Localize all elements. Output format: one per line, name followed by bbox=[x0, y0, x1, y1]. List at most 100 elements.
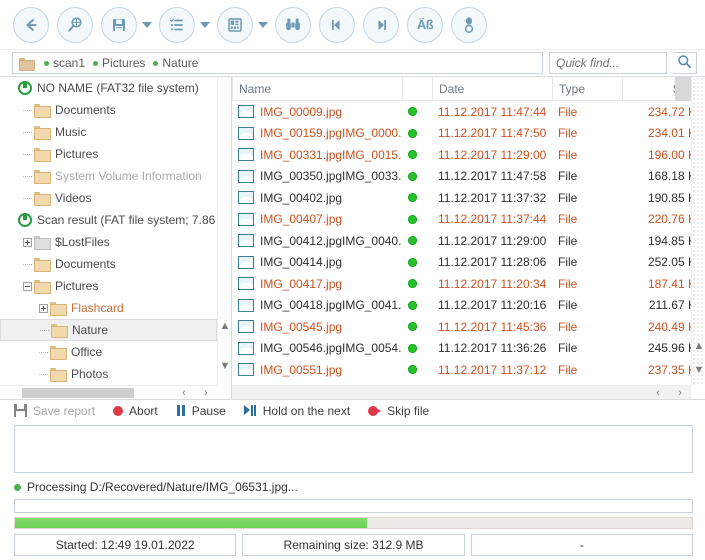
account-button[interactable] bbox=[451, 6, 487, 43]
file-name-label: IMG_00546.jpgIMG_0054... bbox=[260, 341, 402, 356]
table-row[interactable]: IMG_00546.jpgIMG_0054... 11.12.2017 11:36… bbox=[232, 338, 705, 360]
breadcrumb-label: Pictures bbox=[102, 56, 146, 70]
tree-vertical-scrollbar[interactable]: ▲ ▼ bbox=[217, 77, 231, 385]
breadcrumb-dot-icon bbox=[153, 60, 159, 66]
file-list-horizontal-scrollbar[interactable]: ‹ › bbox=[232, 385, 691, 399]
previous-button[interactable] bbox=[319, 6, 355, 43]
tree-scroll-up-arrow[interactable]: ▲ bbox=[218, 319, 232, 333]
save-dropdown-arrow[interactable] bbox=[141, 7, 153, 43]
file-status-cell bbox=[402, 365, 432, 375]
file-list-scroll-up-arrow[interactable]: ▲ bbox=[692, 339, 705, 353]
table-row[interactable]: IMG_00350.jpgIMG_0033... 11.12.2017 11:47… bbox=[232, 166, 705, 188]
task-list-dropdown-arrow[interactable] bbox=[199, 7, 211, 43]
table-row[interactable]: IMG_00418.jpgIMG_0041... 11.12.2017 11:20… bbox=[232, 295, 705, 317]
table-row[interactable]: IMG_00412.jpgIMG_0040... 11.12.2017 11:29… bbox=[232, 230, 705, 252]
tree-item-office[interactable]: Office bbox=[0, 341, 217, 363]
breadcrumb[interactable]: scan1 Pictures Nature bbox=[12, 52, 543, 74]
tree-item-system-volume-information[interactable]: System Volume Information bbox=[0, 165, 217, 187]
tree-scroll-right-arrow[interactable]: › bbox=[199, 386, 213, 400]
file-list-vertical-scrollbar[interactable]: ▲ ▼ bbox=[691, 77, 705, 385]
file-list-scroll-down-arrow[interactable]: ▼ bbox=[692, 363, 705, 377]
table-row[interactable]: IMG_00417.jpg 11.12.2017 11:20:34 File 187.… bbox=[232, 273, 705, 295]
file-date-cell: 11.12.2017 11:29:00 bbox=[438, 233, 547, 248]
search-input[interactable] bbox=[554, 55, 662, 71]
tree-item-documents[interactable]: Documents bbox=[0, 99, 217, 121]
task-list-button[interactable] bbox=[159, 6, 195, 43]
save-button[interactable] bbox=[101, 6, 137, 43]
status-ok-icon bbox=[408, 365, 417, 375]
disk-icon bbox=[18, 81, 32, 95]
column-header-date[interactable]: Date bbox=[432, 77, 552, 100]
file-list-pane: Name Date Type Size IMG_00009.jpg 11.12.2… bbox=[232, 77, 705, 399]
abort-button[interactable]: Abort bbox=[113, 404, 158, 418]
table-row[interactable]: IMG_00407.jpg 11.12.2017 11:37:44 File 220.… bbox=[232, 209, 705, 231]
status-ok-icon bbox=[408, 193, 417, 203]
file-list-scroll-right-arrow[interactable]: › bbox=[673, 386, 687, 399]
tree-scroll-left-arrow[interactable]: ‹ bbox=[177, 386, 191, 400]
file-type-cell: File bbox=[558, 169, 578, 184]
scan-button[interactable] bbox=[57, 6, 93, 43]
encoding-button[interactable]: Äß bbox=[407, 6, 443, 43]
tree-item-lostfiles[interactable]: $LostFiles bbox=[0, 231, 217, 253]
pause-button[interactable]: Pause bbox=[176, 404, 226, 418]
breadcrumb-item-1[interactable]: Pictures bbox=[90, 56, 148, 70]
tree-item-pictures[interactable]: Pictures bbox=[0, 275, 217, 297]
next-button[interactable] bbox=[363, 6, 399, 43]
tree-item-no-name-fat32-file-system[interactable]: NO NAME (FAT32 file system) bbox=[0, 77, 217, 99]
image-file-icon bbox=[238, 341, 254, 355]
file-type-cell: File bbox=[558, 255, 578, 270]
file-date-cell: 11.12.2017 11:47:44 bbox=[438, 104, 547, 119]
find-button[interactable] bbox=[275, 6, 311, 43]
folder-icon bbox=[50, 368, 67, 382]
tree-hscroll-thumb[interactable] bbox=[22, 388, 134, 398]
search-button[interactable] bbox=[673, 52, 697, 74]
expand-icon[interactable] bbox=[36, 297, 50, 319]
file-type-cell: File bbox=[558, 147, 578, 162]
table-row[interactable]: IMG_00331.jpgIMG_0015... 11.12.2017 11:29… bbox=[232, 144, 705, 166]
expand-icon[interactable] bbox=[20, 231, 34, 253]
image-file-icon bbox=[238, 126, 254, 140]
play-pause-icon bbox=[243, 405, 257, 416]
table-row[interactable]: IMG_00159.jpgIMG_0000... 11.12.2017 11:47… bbox=[232, 123, 705, 145]
file-list-scroll-left-arrow[interactable]: ‹ bbox=[651, 386, 665, 399]
column-header-type[interactable]: Type bbox=[552, 77, 622, 100]
extra-info-cell: - bbox=[470, 534, 693, 556]
column-header-name[interactable]: Name bbox=[232, 77, 402, 100]
table-row[interactable]: IMG_00009.jpg 11.12.2017 11:47:44 File 234.… bbox=[232, 101, 705, 123]
tree-item-videos[interactable]: Videos bbox=[0, 187, 217, 209]
tree-item-photos[interactable]: Photos bbox=[0, 363, 217, 385]
table-row[interactable]: IMG_00414.jpg 11.12.2017 11:28:06 File 252.… bbox=[232, 252, 705, 274]
tree-horizontal-scrollbar[interactable]: ‹ › bbox=[0, 385, 217, 399]
view-mode-dropdown-arrow[interactable] bbox=[257, 7, 269, 43]
tree-scroll-down-arrow[interactable]: ▼ bbox=[218, 359, 232, 373]
skip-file-button[interactable]: Skip file bbox=[368, 404, 429, 418]
table-row[interactable]: IMG_00545.jpg 11.12.2017 11:45:36 File 240.… bbox=[232, 316, 705, 338]
status-ok-icon bbox=[408, 300, 417, 310]
report-log-box[interactable] bbox=[14, 425, 693, 473]
quick-find-field[interactable] bbox=[549, 52, 667, 74]
search-icon bbox=[677, 54, 692, 72]
view-mode-button[interactable] bbox=[217, 6, 253, 43]
column-header-status[interactable] bbox=[402, 77, 432, 100]
folder-icon bbox=[34, 236, 51, 250]
table-row[interactable]: IMG_00551.jpg 11.12.2017 11:37:12 File 237.… bbox=[232, 359, 705, 381]
table-row[interactable]: IMG_00402.jpg 11.12.2017 11:37:32 File 190.… bbox=[232, 187, 705, 209]
file-name-label: IMG_00159.jpgIMG_0000... bbox=[260, 126, 402, 141]
tree-item-flashcard[interactable]: Flashcard bbox=[0, 297, 217, 319]
tree-item-label: Office bbox=[71, 345, 103, 359]
tree-item-scan-result-fat-file-system-7-86-gb-in[interactable]: Scan result (FAT file system; 7.86 GB in bbox=[0, 209, 217, 231]
breadcrumb-item-2[interactable]: Nature bbox=[150, 56, 201, 70]
file-status-cell bbox=[402, 279, 432, 289]
tree-item-documents[interactable]: Documents bbox=[0, 253, 217, 275]
breadcrumb-item-0[interactable]: scan1 bbox=[41, 56, 88, 70]
tree-item-pictures[interactable]: Pictures bbox=[0, 143, 217, 165]
action-label: Skip file bbox=[387, 403, 430, 418]
tree-item-music[interactable]: Music bbox=[0, 121, 217, 143]
collapse-icon[interactable] bbox=[20, 275, 34, 297]
started-cell: Started: 12:49 19.01.2022 bbox=[14, 534, 237, 556]
folder-icon bbox=[34, 192, 51, 206]
hold-on-the-next-button[interactable]: Hold on the next bbox=[243, 404, 350, 418]
main-toolbar: Äß bbox=[0, 0, 705, 50]
back-button[interactable] bbox=[13, 6, 49, 43]
tree-item-nature[interactable]: Nature bbox=[0, 319, 217, 341]
